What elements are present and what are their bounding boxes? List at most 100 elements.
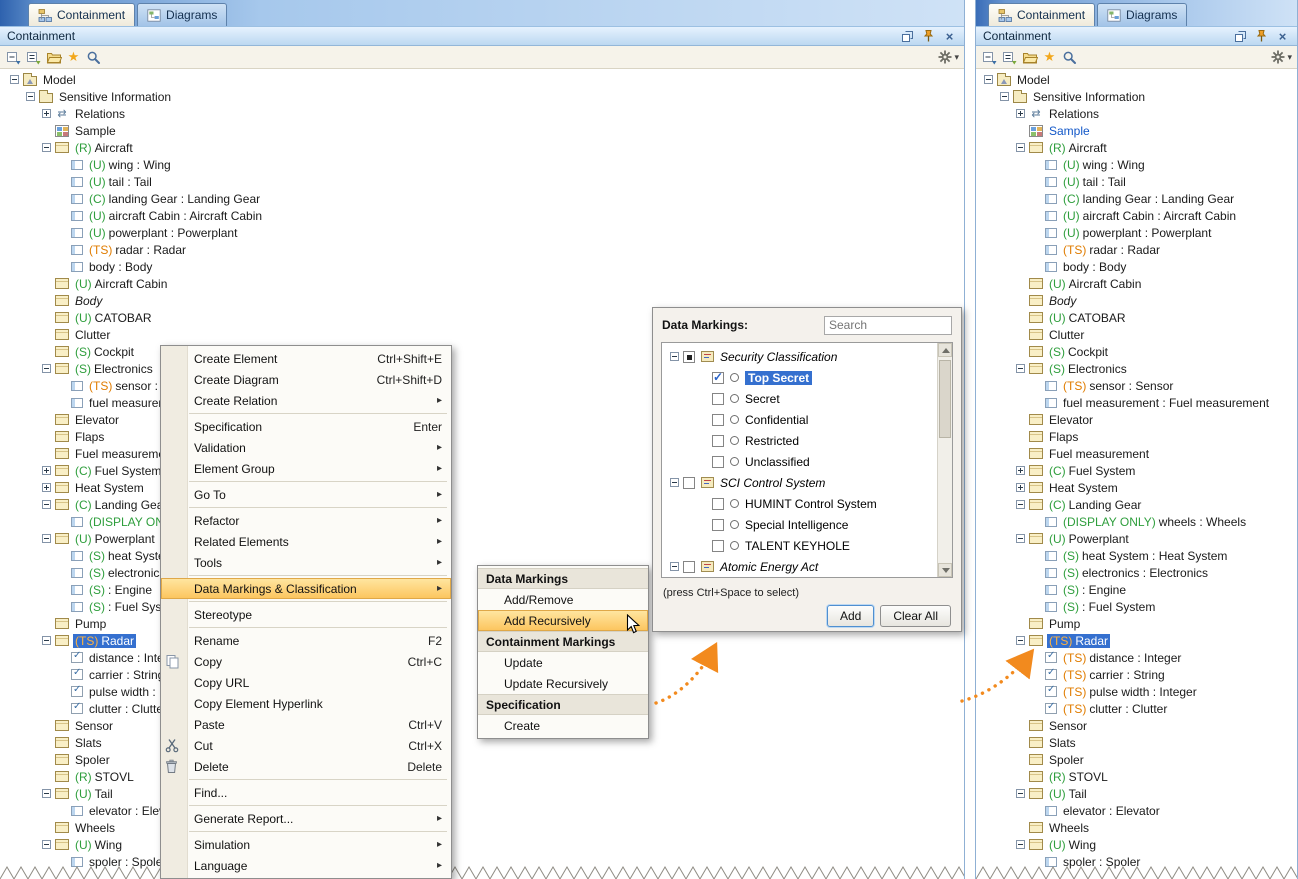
menu-item-go-to[interactable]: Go To▸ (161, 484, 451, 505)
tab-containment[interactable]: Containment (988, 3, 1095, 26)
collapse-all-icon[interactable] (5, 49, 22, 66)
collapse-toggle-icon[interactable] (42, 840, 51, 849)
marking-checkbox[interactable] (712, 540, 724, 552)
tree-row[interactable]: Pump (984, 615, 1297, 632)
menu-item-rename[interactable]: RenameF2 (161, 630, 451, 651)
collapse-toggle-icon[interactable] (1016, 143, 1025, 152)
menu-item-create-relation[interactable]: Create Relation▸ (161, 390, 451, 411)
marking-row[interactable]: Top Secret (670, 367, 937, 388)
menu-item-specification[interactable]: SpecificationEnter (161, 416, 451, 437)
marking-row[interactable]: HUMINT Control System (670, 493, 937, 514)
float-panel-icon[interactable] (1233, 29, 1248, 43)
menu-item-copy-element-hyperlink[interactable]: Copy Element Hyperlink (161, 693, 451, 714)
favorites-icon[interactable]: ★ (65, 49, 82, 66)
tree-row[interactable]: (S): Fuel System (984, 598, 1297, 615)
menu-item-copy-url[interactable]: Copy URL (161, 672, 451, 693)
tree-row[interactable]: (U)aircraft Cabin : Aircraft Cabin (984, 207, 1297, 224)
close-panel-icon[interactable]: × (1275, 29, 1290, 43)
collapse-selected-icon[interactable] (25, 49, 42, 66)
tree-row[interactable]: elevator : Elevator (984, 802, 1297, 819)
tree-row[interactable]: Elevator (984, 411, 1297, 428)
collapse-toggle-icon[interactable] (42, 500, 51, 509)
tree-row[interactable]: (U)wing : Wing (984, 156, 1297, 173)
pin-panel-icon[interactable] (921, 29, 936, 43)
tree-row[interactable]: (S)Electronics (984, 360, 1297, 377)
add-button[interactable]: Add (827, 605, 874, 627)
tree-row[interactable]: Spoler (10, 751, 964, 768)
scrollbar-thumb[interactable] (939, 360, 951, 438)
tree-row[interactable]: (R)Aircraft (10, 139, 964, 156)
marking-checkbox[interactable] (712, 414, 724, 426)
menu-item-language[interactable]: Language▸ (161, 855, 451, 876)
collapse-toggle-icon[interactable] (1016, 636, 1025, 645)
settings-gear-icon[interactable]: ▾ (938, 50, 959, 64)
menu-item-element-group[interactable]: Element Group▸ (161, 458, 451, 479)
tree-row[interactable]: Model (10, 71, 964, 88)
menu-item-delete[interactable]: DeleteDelete (161, 756, 451, 777)
tree-row[interactable]: Fuel measurement (984, 445, 1297, 462)
scroll-up-icon[interactable] (938, 343, 952, 357)
tree-row[interactable]: (TS)clutter : Clutter (984, 700, 1297, 717)
collapse-toggle-icon[interactable] (1016, 534, 1025, 543)
submenu-item-add-recursively[interactable]: Add Recursively (478, 610, 648, 631)
submenu-item-update[interactable]: Update (478, 652, 648, 673)
marking-row[interactable]: Atomic Energy Act (670, 556, 937, 577)
tree-row[interactable]: Sensor (984, 717, 1297, 734)
marking-checkbox[interactable] (712, 435, 724, 447)
collapse-all-icon[interactable] (981, 49, 998, 66)
marking-checkbox[interactable] (712, 519, 724, 531)
open-project-icon[interactable] (1021, 49, 1038, 66)
tree-row[interactable]: (U)Tail (10, 785, 964, 802)
tree-row[interactable]: (U)powerplant : Powerplant (10, 224, 964, 241)
tree-row[interactable]: (U)tail : Tail (984, 173, 1297, 190)
collapse-toggle-icon[interactable] (1016, 364, 1025, 373)
tree-row[interactable]: elevator : Elevator (10, 802, 964, 819)
tree-row[interactable]: (U)CATOBAR (984, 309, 1297, 326)
tree-row[interactable]: (TS)pulse width : Integer (984, 683, 1297, 700)
tree-row[interactable]: (U)Wing (984, 836, 1297, 853)
marking-checkbox[interactable] (712, 372, 724, 384)
marking-checkbox[interactable] (712, 498, 724, 510)
menu-item-validation[interactable]: Validation▸ (161, 437, 451, 458)
marking-checkbox[interactable] (712, 393, 724, 405)
marking-checkbox[interactable] (683, 351, 695, 363)
menu-item-create-element[interactable]: Create ElementCtrl+Shift+E (161, 348, 451, 369)
expand-toggle-icon[interactable] (1016, 466, 1025, 475)
tree-row[interactable]: (C)landing Gear : Landing Gear (10, 190, 964, 207)
tree-row[interactable]: Heat System (984, 479, 1297, 496)
favorites-icon[interactable]: ★ (1041, 49, 1058, 66)
marking-row[interactable]: Restricted (670, 430, 937, 451)
tree-row[interactable]: (C)landing Gear : Landing Gear (984, 190, 1297, 207)
tree-row[interactable]: body : Body (984, 258, 1297, 275)
collapse-toggle-icon[interactable] (670, 352, 679, 361)
tree-row[interactable]: (U)Powerplant (984, 530, 1297, 547)
tree-row[interactable]: (U)Wing (10, 836, 964, 853)
tree-row[interactable]: (U)tail : Tail (10, 173, 964, 190)
marking-row[interactable]: Confidential (670, 409, 937, 430)
tree-row[interactable]: (S)heat System : Heat System (984, 547, 1297, 564)
expand-toggle-icon[interactable] (42, 109, 51, 118)
close-panel-icon[interactable]: × (942, 29, 957, 43)
search-icon[interactable] (1061, 49, 1078, 66)
submenu-item-create[interactable]: Create (478, 715, 648, 736)
collapse-toggle-icon[interactable] (984, 75, 993, 84)
menu-item-simulation[interactable]: Simulation▸ (161, 834, 451, 855)
settings-gear-icon[interactable]: ▾ (1271, 50, 1292, 64)
open-project-icon[interactable] (45, 49, 62, 66)
marking-checkbox[interactable] (683, 561, 695, 573)
tree-row[interactable]: fuel measurement : Fuel measurement (984, 394, 1297, 411)
collapse-toggle-icon[interactable] (670, 478, 679, 487)
marking-row[interactable]: Unclassified (670, 451, 937, 472)
tree-row[interactable]: (TS)carrier : String (984, 666, 1297, 683)
tree-row[interactable]: (TS)distance : Integer (984, 649, 1297, 666)
tree-row[interactable]: (U)aircraft Cabin : Aircraft Cabin (10, 207, 964, 224)
scrollbar[interactable] (937, 343, 952, 577)
expand-toggle-icon[interactable] (1016, 109, 1025, 118)
tree-row[interactable]: Sample (984, 122, 1297, 139)
tree-row[interactable]: (U)powerplant : Powerplant (984, 224, 1297, 241)
tree-row[interactable]: (S)Cockpit (984, 343, 1297, 360)
tree-row[interactable]: Model (984, 71, 1297, 88)
marking-checkbox[interactable] (712, 456, 724, 468)
tab-diagrams[interactable]: Diagrams (1097, 3, 1187, 26)
collapse-toggle-icon[interactable] (42, 534, 51, 543)
